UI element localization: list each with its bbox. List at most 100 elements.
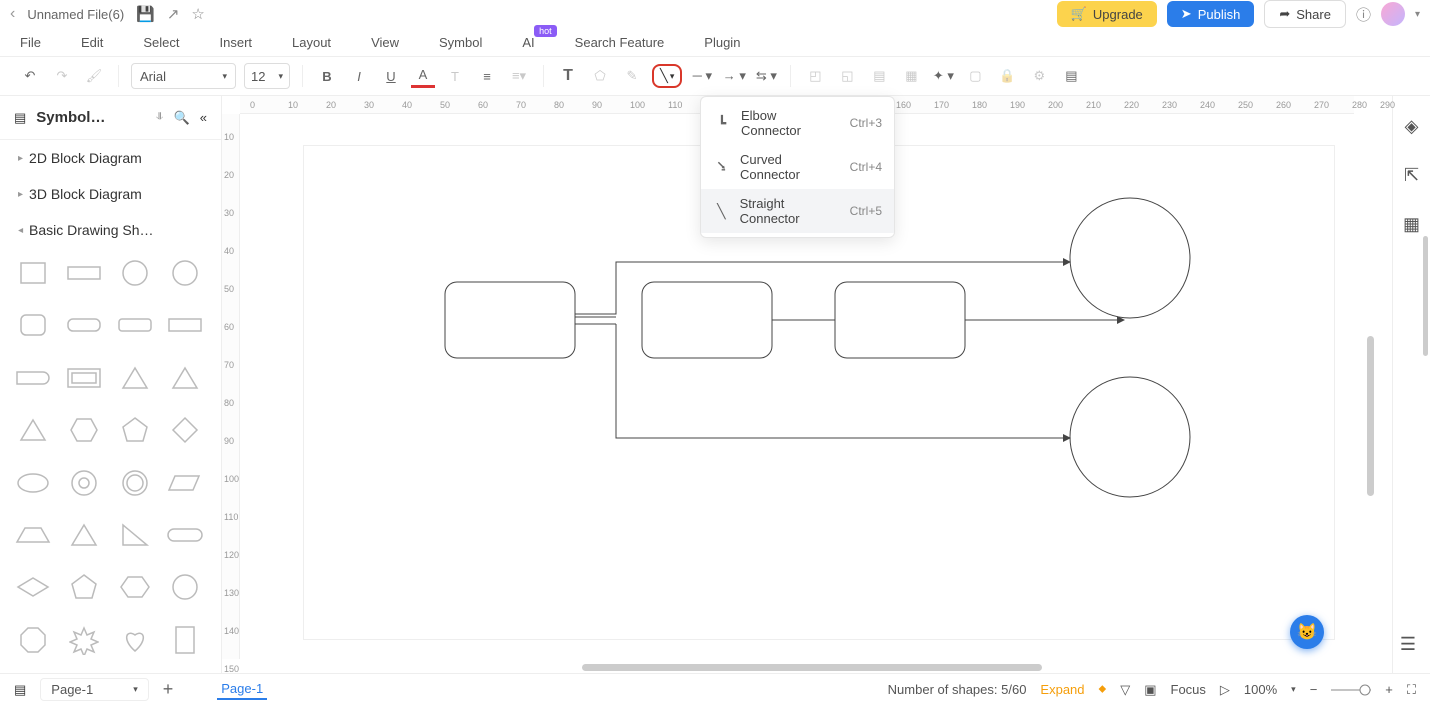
- line-height-icon[interactable]: ≡▾: [507, 64, 531, 88]
- play-icon[interactable]: ▷: [1220, 682, 1230, 698]
- library-icon[interactable]: ▤: [14, 110, 26, 126]
- align-icon[interactable]: ≡: [475, 64, 499, 88]
- fill-icon[interactable]: ⬠: [588, 64, 612, 88]
- publish-button[interactable]: ➤ Publish: [1167, 1, 1255, 27]
- theme-icon[interactable]: ◈: [1405, 116, 1419, 137]
- shape-burst[interactable]: [63, 621, 105, 659]
- search-icon[interactable]: 🔍: [174, 110, 190, 126]
- undo-icon[interactable]: ↶: [18, 64, 42, 88]
- page-list-icon[interactable]: ▤: [14, 682, 26, 698]
- line-ends-icon[interactable]: ⇆ ▾: [754, 64, 778, 88]
- menu-symbol[interactable]: Symbol: [439, 35, 482, 50]
- bold-icon[interactable]: B: [315, 64, 339, 88]
- shape-square[interactable]: [12, 254, 54, 292]
- menu-plugin[interactable]: Plugin: [704, 35, 740, 50]
- ruler-vertical[interactable]: 10 20 30 40 50 60 70 80 90 100 110 120 1…: [222, 114, 240, 659]
- export-icon[interactable]: ↗: [167, 5, 180, 23]
- sidebar-scrollbar[interactable]: [1423, 236, 1428, 356]
- fullscreen-icon[interactable]: ⛶: [1407, 682, 1416, 698]
- avatar-caret-icon[interactable]: ▾: [1415, 9, 1420, 20]
- back-icon[interactable]: ‹: [10, 5, 15, 23]
- align-objects-icon[interactable]: ▤: [867, 64, 891, 88]
- shape-trapezoid[interactable]: [12, 516, 54, 554]
- sidebar-cat-2d[interactable]: ▸ 2D Block Diagram: [0, 140, 221, 176]
- shape-hexagon[interactable]: [114, 568, 156, 606]
- share-button[interactable]: ➦ Share: [1264, 0, 1346, 28]
- tools-icon[interactable]: ⚙: [1027, 64, 1051, 88]
- dropdown-straight[interactable]: ╲ Straight Connector Ctrl+5: [701, 189, 894, 233]
- text-effect-icon[interactable]: T: [443, 64, 467, 88]
- underline-icon[interactable]: U: [379, 64, 403, 88]
- connector-tool-button[interactable]: ╲ ▾: [652, 64, 682, 88]
- shape-rect[interactable]: [63, 254, 105, 292]
- zoom-slider[interactable]: [1331, 684, 1371, 696]
- save-icon[interactable]: 💾: [136, 5, 155, 23]
- redo-icon[interactable]: ↷: [50, 64, 74, 88]
- font-select[interactable]: Arial ▾: [131, 63, 236, 89]
- menu-edit[interactable]: Edit: [81, 35, 103, 50]
- shape-rect-1[interactable]: [445, 282, 575, 358]
- upgrade-button[interactable]: 🛒 Upgrade: [1057, 1, 1157, 27]
- dropdown-curved[interactable]: ⭸ Curved Connector Ctrl+4: [701, 145, 894, 189]
- collapse-icon[interactable]: «: [200, 110, 207, 125]
- ai-assistant-button[interactable]: 😺: [1290, 615, 1324, 649]
- shape-rounded-rect2[interactable]: [114, 306, 156, 344]
- dropdown-elbow[interactable]: ┗ Elbow Connector Ctrl+3: [701, 101, 894, 145]
- shape-circle2[interactable]: [164, 254, 206, 292]
- shape-pill[interactable]: [164, 516, 206, 554]
- shape-heart[interactable]: [114, 621, 156, 659]
- distribute-icon[interactable]: ▦: [899, 64, 923, 88]
- shape-heptagon[interactable]: [164, 568, 206, 606]
- effects-icon[interactable]: ✦ ▾: [931, 64, 955, 88]
- shape-circle[interactable]: [114, 254, 156, 292]
- avatar[interactable]: [1381, 2, 1405, 26]
- italic-icon[interactable]: I: [347, 64, 371, 88]
- shape-octagon[interactable]: [12, 621, 54, 659]
- help-icon[interactable]: ⓘ: [1356, 4, 1371, 25]
- expand-link[interactable]: Expand: [1040, 682, 1084, 697]
- canvas-hscrollbar[interactable]: [582, 664, 1042, 671]
- shape-double-circle[interactable]: [114, 464, 156, 502]
- shape-pentagon2[interactable]: [63, 568, 105, 606]
- shape-diamond2[interactable]: [12, 568, 54, 606]
- shape-diamond[interactable]: [164, 411, 206, 449]
- layers-icon[interactable]: ▤: [1059, 64, 1083, 88]
- zoom-caret-icon[interactable]: ▾: [1291, 684, 1296, 695]
- export-panel-icon[interactable]: ⇱: [1404, 165, 1419, 186]
- outline-toggle-icon[interactable]: ☰: [1400, 634, 1416, 655]
- menu-select[interactable]: Select: [143, 35, 179, 50]
- sidebar-cat-basic[interactable]: ▾ Basic Drawing Sh…: [0, 212, 221, 248]
- text-color-icon[interactable]: A: [411, 64, 435, 88]
- zoom-level[interactable]: 100%: [1244, 682, 1277, 697]
- shape-rounded-half[interactable]: [12, 359, 54, 397]
- shape-document[interactable]: [164, 621, 206, 659]
- zoom-in-button[interactable]: +: [1385, 682, 1393, 697]
- canvas-vscrollbar[interactable]: [1367, 336, 1374, 496]
- shape-triangle[interactable]: [114, 359, 156, 397]
- shape-frame[interactable]: [63, 359, 105, 397]
- page-tab-active[interactable]: Page-1: [217, 679, 267, 700]
- shape-rounded-rect[interactable]: [63, 306, 105, 344]
- layers-status-icon[interactable]: ▽: [1120, 682, 1130, 698]
- pencil-icon[interactable]: ✎: [620, 64, 644, 88]
- shape-rect-3[interactable]: [835, 282, 965, 358]
- menu-search-feature[interactable]: Search Feature: [575, 35, 665, 50]
- shape-triangle3[interactable]: [12, 411, 54, 449]
- shape-rect-2[interactable]: [642, 282, 772, 358]
- apps-icon[interactable]: ▦: [1403, 214, 1420, 235]
- dropdown-caret-icon[interactable]: ⥥: [156, 112, 163, 123]
- front-icon[interactable]: ◰: [803, 64, 827, 88]
- add-page-button[interactable]: +: [163, 679, 174, 700]
- shape-triangle2[interactable]: [164, 359, 206, 397]
- menu-file[interactable]: File: [20, 35, 41, 50]
- focus-label[interactable]: Focus: [1171, 682, 1206, 697]
- menu-insert[interactable]: Insert: [220, 35, 253, 50]
- menu-layout[interactable]: Layout: [292, 35, 331, 50]
- arrow-style-icon[interactable]: → ▾: [722, 64, 746, 88]
- page-selector[interactable]: Page-1 ▾: [40, 678, 148, 701]
- shape-circle-2[interactable]: [1070, 377, 1190, 497]
- crop-icon[interactable]: ▢: [963, 64, 987, 88]
- font-size-select[interactable]: 12 ▾: [244, 63, 290, 89]
- back-icon[interactable]: ◱: [835, 64, 859, 88]
- sidebar-cat-3d[interactable]: ▸ 3D Block Diagram: [0, 176, 221, 212]
